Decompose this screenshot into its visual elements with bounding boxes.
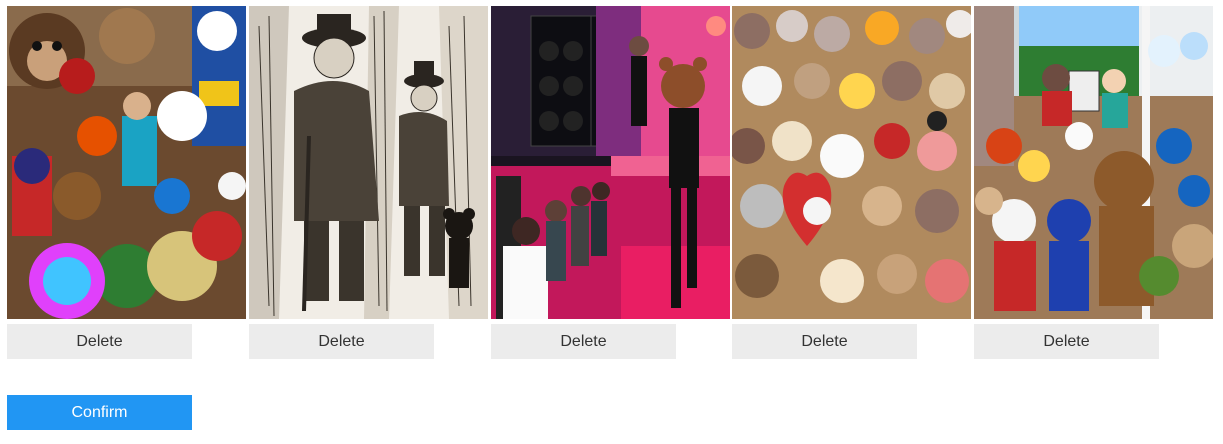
- image-thumbnail-teddy-bear-porch[interactable]: [974, 6, 1213, 319]
- teddy-bear-porch-image: [974, 6, 1213, 319]
- image-card: Delete: [7, 6, 246, 359]
- delete-button[interactable]: Delete: [732, 324, 917, 359]
- image-card: Delete: [732, 6, 971, 359]
- teddy-bear-pile-image: [732, 6, 971, 319]
- image-thumbnail-teddy-bear-pile[interactable]: [732, 6, 971, 319]
- confirm-button[interactable]: Confirm: [7, 395, 192, 430]
- concert-stage-image: [491, 6, 730, 319]
- engraving-illustration-image: [249, 6, 488, 319]
- delete-button[interactable]: Delete: [491, 324, 676, 359]
- delete-button[interactable]: Delete: [974, 324, 1159, 359]
- image-thumbnail-engraving-illustration[interactable]: [249, 6, 488, 319]
- image-card: Delete: [491, 6, 730, 359]
- image-thumbnail-concert-stage[interactable]: [491, 6, 730, 319]
- image-gallery: Delete Delete Delete Delete Delete: [7, 6, 1216, 359]
- image-card: Delete: [249, 6, 488, 359]
- delete-button[interactable]: Delete: [7, 324, 192, 359]
- image-card: Delete: [974, 6, 1213, 359]
- delete-button[interactable]: Delete: [249, 324, 434, 359]
- image-thumbnail-teddy-bear-wall[interactable]: [7, 6, 246, 319]
- teddy-bear-wall-image: [7, 6, 246, 319]
